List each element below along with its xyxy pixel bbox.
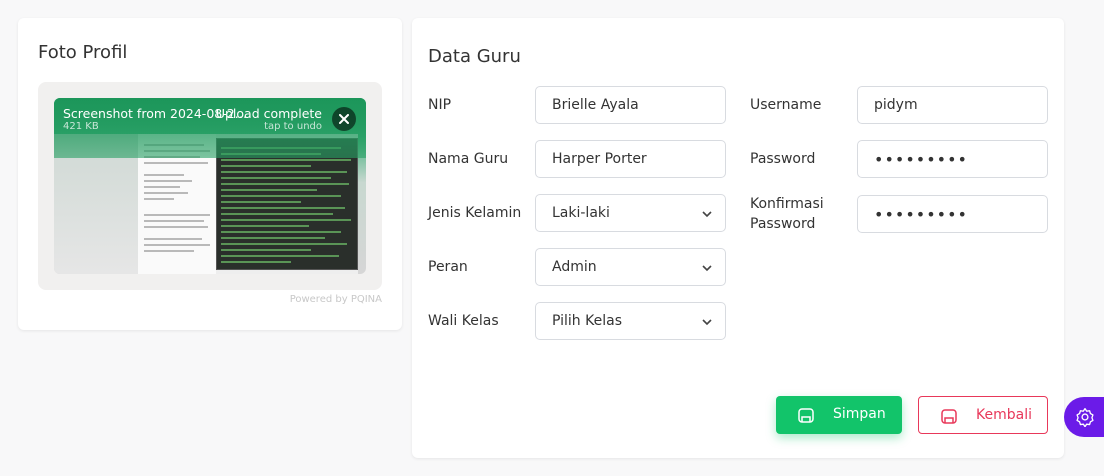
jenis-kelamin-select[interactable]: Laki-laki [535,194,726,232]
close-icon [339,114,349,124]
photo-upload-area[interactable]: Screenshot from 2024-08-2… 421 KB Upload… [38,82,382,290]
peran-label: Peran [428,259,468,275]
teacher-data-card: Data Guru NIP Brielle Ayala Nama Guru Ha… [412,18,1064,458]
settings-fab[interactable] [1064,397,1104,437]
upload-status: Upload complete [215,106,322,121]
undo-hint[interactable]: tap to undo [264,121,322,132]
password-input[interactable]: ••••••••• [857,140,1048,178]
chevron-down-icon [702,265,712,272]
nip-label: NIP [428,97,452,113]
back-button[interactable]: Kembali [918,396,1048,434]
back-button-label: Kembali [976,407,1032,423]
save-icon [798,408,814,423]
peran-select[interactable]: Admin [535,248,726,286]
uploaded-file-item: Screenshot from 2024-08-2… 421 KB Upload… [54,98,366,274]
chevron-down-icon [702,211,712,218]
nama-guru-label: Nama Guru [428,151,509,167]
profile-card-title: Foto Profil [38,42,128,63]
confirm-password-input[interactable]: ••••••••• [857,195,1048,233]
password-label: Password [750,151,816,167]
peran-value: Admin [552,259,597,275]
save-button[interactable]: Simpan [776,396,902,434]
remove-file-button[interactable] [332,107,356,131]
nip-input[interactable]: Brielle Ayala [535,86,726,124]
username-label: Username [750,97,822,113]
jenis-kelamin-value: Laki-laki [552,205,610,221]
confirm-password-label-line2: Password [750,216,816,232]
chevron-down-icon [702,319,712,326]
username-input[interactable]: pidym [857,86,1048,124]
form-title: Data Guru [428,46,521,67]
profile-photo-card: Foto Profil Screenshot from 2024-08-2… 4… [18,18,402,330]
wali-kelas-select[interactable]: Pilih Kelas [535,302,726,340]
powered-by-link[interactable]: Powered by PQINA [290,294,382,305]
wali-kelas-value: Pilih Kelas [552,313,622,329]
confirm-password-label-line1: Konfirmasi [750,196,824,212]
wali-kelas-label: Wali Kelas [428,313,499,329]
gear-icon [1076,408,1094,427]
confirm-password-label: Konfirmasi Password [750,194,824,234]
nama-guru-input[interactable]: Harper Porter [535,140,726,178]
jenis-kelamin-label: Jenis Kelamin [428,205,522,221]
file-size: 421 KB [63,121,99,132]
save-button-label: Simpan [833,406,886,422]
back-icon [941,409,957,424]
